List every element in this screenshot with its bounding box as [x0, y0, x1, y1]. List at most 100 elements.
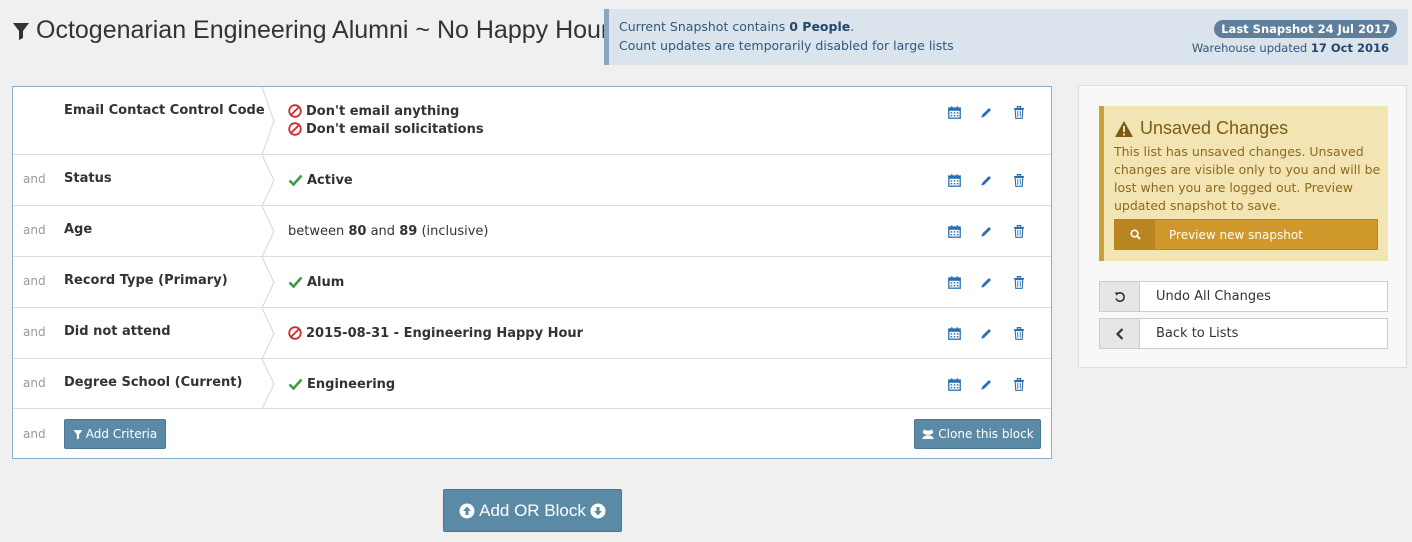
- calendar-icon[interactable]: [946, 172, 963, 189]
- row-actions: [946, 104, 1042, 121]
- ban-icon: [288, 122, 302, 136]
- range-mid: and: [370, 223, 396, 239]
- back-to-lists-button[interactable]: Back to Lists: [1099, 318, 1388, 349]
- calendar-icon[interactable]: [946, 104, 963, 121]
- users-icon: [921, 429, 935, 440]
- filter-icon: [73, 429, 83, 440]
- preview-snapshot-button[interactable]: Preview new snapshot: [1114, 219, 1378, 250]
- row-actions: [946, 325, 1042, 342]
- criteria-field: Status: [64, 171, 112, 186]
- range-high: 89: [399, 223, 418, 239]
- trash-icon[interactable]: [1010, 172, 1027, 189]
- criteria-values: Active: [288, 171, 353, 189]
- criteria-value-text: Engineering: [307, 376, 396, 392]
- row-divider-arrow: [261, 308, 275, 358]
- criteria-value-text: Active: [307, 172, 353, 188]
- pencil-icon[interactable]: [978, 223, 995, 240]
- clone-block-button[interactable]: Clone this block: [914, 419, 1041, 449]
- row-divider-arrow: [261, 155, 275, 205]
- calendar-icon[interactable]: [946, 376, 963, 393]
- range-prefix: between: [288, 223, 345, 239]
- pencil-icon[interactable]: [978, 376, 995, 393]
- range-suffix: (inclusive): [421, 223, 489, 239]
- pencil-icon[interactable]: [978, 172, 995, 189]
- sidebar-panel: Unsaved Changes This list has unsaved ch…: [1078, 85, 1407, 368]
- criteria-values: between 80 and 89 (inclusive): [288, 222, 489, 240]
- criteria-values: Alum: [288, 273, 344, 291]
- ban-icon: [288, 326, 302, 340]
- trash-icon[interactable]: [1010, 274, 1027, 291]
- criteria-field: Record Type (Primary): [64, 273, 228, 288]
- criteria-field: Did not attend: [64, 324, 171, 339]
- criteria-field: Degree School (Current): [64, 375, 243, 390]
- footer-conjunction: and: [23, 427, 46, 441]
- criteria-row: and Degree School (Current) Engineering: [13, 359, 1051, 409]
- row-actions: [946, 376, 1042, 393]
- criteria-value: Alum: [288, 273, 344, 291]
- trash-icon[interactable]: [1010, 325, 1027, 342]
- check-icon: [288, 276, 303, 288]
- add-or-block-button[interactable]: Add OR Block: [443, 489, 622, 532]
- criteria-row: and Status Active: [13, 155, 1051, 206]
- criteria-field: Age: [64, 222, 93, 237]
- add-criteria-button[interactable]: Add Criteria: [64, 419, 166, 449]
- undo-all-changes-button[interactable]: Undo All Changes: [1099, 281, 1388, 312]
- people-count: 0 People: [789, 19, 851, 34]
- unsaved-changes-text: This list has unsaved changes. Unsaved c…: [1114, 144, 1381, 213]
- row-actions: [946, 274, 1042, 291]
- pencil-icon[interactable]: [978, 104, 995, 121]
- pencil-icon[interactable]: [978, 325, 995, 342]
- warning-icon: [1114, 120, 1134, 138]
- criteria-conjunction: and: [23, 274, 46, 288]
- row-divider-arrow: [261, 359, 275, 408]
- calendar-icon[interactable]: [946, 274, 963, 291]
- snapshot-count-line: Current Snapshot contains 0 People.: [619, 19, 855, 34]
- criteria-value: between 80 and 89 (inclusive): [288, 222, 489, 240]
- criteria-conjunction: and: [23, 376, 46, 390]
- count-disabled-note: Count updates are temporarily disabled f…: [619, 38, 954, 53]
- criteria-conjunction: and: [23, 325, 46, 339]
- arrow-circle-down-icon: [590, 503, 606, 519]
- criteria-row: Email Contact Control Code Don't email an…: [13, 87, 1051, 155]
- trash-icon[interactable]: [1010, 223, 1027, 240]
- criteria-values: Engineering: [288, 375, 395, 393]
- criteria-values: Don't email anything Don't email solicita…: [288, 102, 484, 138]
- row-divider-arrow: [261, 257, 275, 307]
- criteria-value-text: 2015-08-31 - Engineering Happy Hour: [306, 325, 584, 341]
- criteria-value: Engineering: [288, 375, 395, 393]
- undo-icon: [1114, 291, 1126, 303]
- ban-icon: [288, 104, 302, 118]
- check-icon: [288, 174, 303, 186]
- criteria-row: and Age between 80 and 89 (inclusive): [13, 206, 1051, 257]
- calendar-icon[interactable]: [946, 325, 963, 342]
- check-icon: [288, 378, 303, 390]
- snapshot-info: Current Snapshot contains 0 People. Coun…: [604, 9, 1408, 65]
- chevron-left-icon: [1115, 327, 1125, 340]
- page-title-text: Octogenarian Engineering Alumni ~ No Hap…: [36, 16, 610, 44]
- criteria-value: Don't email solicitations: [288, 120, 484, 138]
- row-divider-arrow: [261, 87, 275, 154]
- criteria-values: 2015-08-31 - Engineering Happy Hour: [288, 324, 583, 342]
- criteria-field: Email Contact Control Code: [64, 103, 265, 118]
- trash-icon[interactable]: [1010, 376, 1027, 393]
- last-snapshot-badge: Last Snapshot 24 Jul 2017: [1214, 20, 1397, 38]
- unsaved-changes-title: Unsaved Changes: [1114, 118, 1288, 139]
- criteria-row: and Did not attend 2015-08-31 - Engineerin…: [13, 308, 1051, 359]
- criteria-value: Don't email anything: [288, 102, 484, 120]
- trash-icon[interactable]: [1010, 104, 1027, 121]
- criteria-value: 2015-08-31 - Engineering Happy Hour: [288, 324, 583, 342]
- calendar-icon[interactable]: [946, 223, 963, 240]
- criteria-value-text: Don't email solicitations: [306, 121, 484, 137]
- criteria-conjunction: and: [23, 223, 46, 237]
- criteria-value-text: Alum: [307, 274, 345, 290]
- arrow-circle-up-icon: [459, 503, 475, 519]
- row-divider-arrow: [261, 206, 275, 256]
- row-actions: [946, 172, 1042, 189]
- criteria-value: Active: [288, 171, 353, 189]
- page-title: Octogenarian Engineering Alumni ~ No Hap…: [12, 16, 609, 45]
- filter-icon: [12, 21, 30, 41]
- pencil-icon[interactable]: [978, 274, 995, 291]
- criteria-row: and Record Type (Primary) Alum: [13, 257, 1051, 308]
- criteria-conjunction: and: [23, 172, 46, 186]
- criteria-block: and Add Criteria Clone this block Email …: [12, 86, 1052, 459]
